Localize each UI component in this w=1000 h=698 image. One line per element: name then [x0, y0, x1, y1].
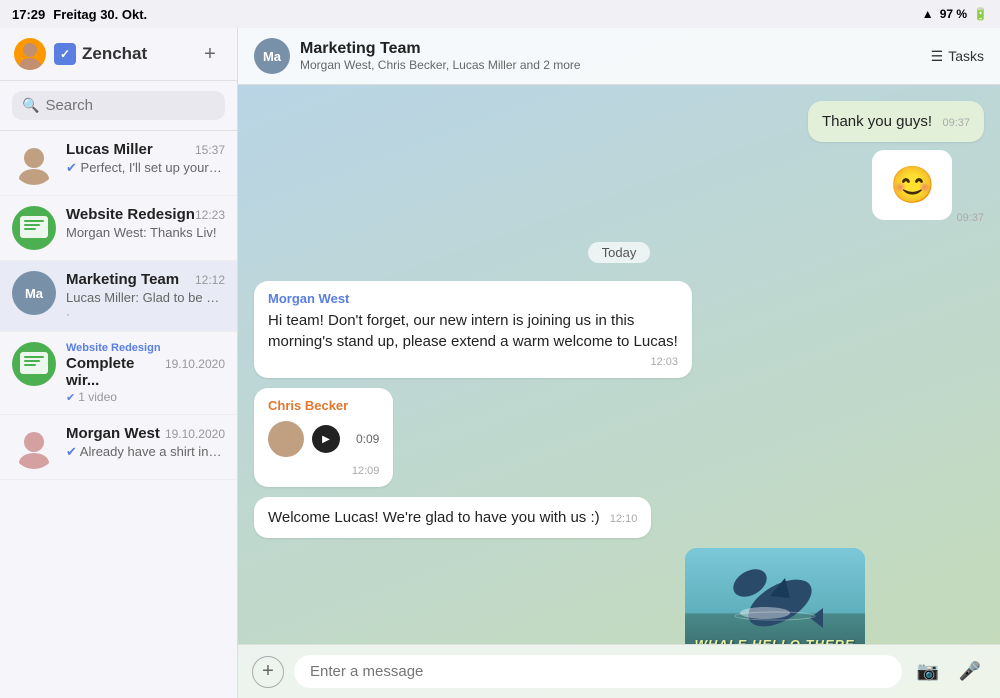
chat-info: Morgan West 19.10.2020 ✔ Already have a …	[66, 425, 225, 460]
camera-button[interactable]: 📷	[912, 656, 944, 688]
sidebar-header: ✓ Zenchat +	[0, 28, 237, 81]
msg-bubble: Thank you guys! 09:37	[808, 101, 984, 142]
chat-preview-sub: ·	[66, 307, 225, 321]
brand-icon: ✓	[54, 43, 76, 65]
sidebar-item-website-redesign-1[interactable]: Website Redesign 12:23 Morgan West: Than…	[0, 196, 237, 261]
voice-row: ▶ 0:09	[268, 421, 379, 457]
avatar	[12, 141, 56, 185]
search-icon: 🔍	[22, 97, 39, 114]
chat-name: Morgan West	[66, 425, 160, 442]
chat-name: Complete wir...	[66, 355, 165, 389]
msg-time: 09:37	[942, 117, 970, 129]
input-area: + 📷 🎤	[238, 644, 1000, 698]
status-time: 17:29	[12, 7, 45, 22]
message-morgan: Morgan West Hi team! Don't forget, our n…	[254, 281, 984, 378]
microphone-icon: 🎤	[959, 661, 981, 682]
chat-preview: ✔ Perfect, I'll set up your log in for t…	[66, 160, 225, 176]
chat-info: Website Redesign Complete wir... 19.10.2…	[66, 342, 225, 404]
chat-info: Website Redesign 12:23 Morgan West: Than…	[66, 206, 225, 240]
battery-level: 97 %	[940, 7, 967, 21]
attach-button[interactable]: +	[252, 656, 284, 688]
chat-name: Lucas Miller	[66, 141, 153, 158]
message-whale-sticker: WHALE HELLO THERE Hey Lucas! Welcome to …	[685, 548, 984, 644]
chat-preview: Lucas Miller: Glad to be here	[66, 290, 225, 305]
message-welcome: Welcome Lucas! We're glad to have you wi…	[254, 497, 651, 538]
chat-header: Ma Marketing Team Morgan West, Chris Bec…	[238, 28, 1000, 85]
status-date: Freitag 30. Okt.	[53, 7, 147, 22]
group-avatar: Ma	[254, 38, 290, 74]
sidebar-item-marketing-team[interactable]: Ma Marketing Team 12:12 Lucas Miller: Gl…	[0, 261, 237, 332]
chat-info: Marketing Team 12:12 Lucas Miller: Glad …	[66, 271, 225, 321]
chat-time: 12:23	[195, 208, 225, 222]
play-button[interactable]: ▶	[312, 425, 340, 453]
chat-list: Lucas Miller 15:37 ✔ Perfect, I'll set u…	[0, 131, 237, 698]
camera-icon: 📷	[917, 661, 939, 682]
microphone-button[interactable]: 🎤	[954, 656, 986, 688]
sidebar: ✓ Zenchat + 🔍 Lucas Miller	[0, 28, 238, 698]
chat-time: 19.10.2020	[165, 357, 225, 371]
search-container: 🔍	[0, 81, 237, 131]
msg-text: Hi team! Don't forget, our new intern is…	[268, 310, 678, 352]
chat-preview: ✔ Already have a shirt in his size I thi…	[66, 444, 225, 460]
tasks-label: Tasks	[948, 48, 984, 64]
chat-name: Marketing Team	[66, 271, 179, 288]
status-bar: 17:29 Freitag 30. Okt. ▲ 97 % 🔋	[0, 0, 1000, 28]
msg-text: Welcome Lucas! We're glad to have you wi…	[268, 509, 600, 526]
date-divider: Today	[254, 242, 984, 263]
sidebar-item-morgan-west[interactable]: Morgan West 19.10.2020 ✔ Already have a …	[0, 415, 237, 480]
wifi-icon: ▲	[922, 7, 934, 21]
msg-time: 12:09	[268, 465, 379, 477]
sticker-image: WHALE HELLO THERE	[685, 548, 865, 644]
avatar: Ma	[12, 271, 56, 315]
group-name: Marketing Team	[300, 40, 581, 58]
user-avatar[interactable]	[14, 38, 46, 70]
voice-bubble: Chris Becker ▶ 0:09 12:09	[254, 388, 393, 487]
message-input[interactable]	[294, 655, 902, 688]
audio-duration: 0:09	[356, 432, 379, 446]
messages-area: Thank you guys! 09:37 😊 09:37 Today Morg…	[238, 85, 1000, 644]
sidebar-brand: ✓ Zenchat	[54, 43, 147, 65]
brand-name: Zenchat	[82, 44, 147, 64]
avatar	[12, 342, 56, 386]
message-thankyou: Thank you guys! 09:37 😊 09:37	[254, 101, 984, 224]
group-members: Morgan West, Chris Becker, Lucas Miller …	[300, 58, 581, 72]
chat-preview-sub: ✔ 1 video	[66, 390, 225, 404]
msg-time: 12:03	[268, 356, 678, 368]
chat-time: 19.10.2020	[165, 427, 225, 441]
chat-panel: Ma Marketing Team Morgan West, Chris Bec…	[238, 28, 1000, 698]
whale-text: WHALE HELLO THERE	[685, 637, 865, 644]
tasks-icon: ☰	[931, 48, 944, 65]
website-tag: Website Redesign	[66, 342, 225, 354]
avatar	[12, 206, 56, 250]
chat-time: 15:37	[195, 143, 225, 157]
voice-avatar	[268, 421, 304, 457]
tasks-button[interactable]: ☰ Tasks	[931, 48, 984, 65]
search-input[interactable]	[45, 97, 215, 114]
avatar	[12, 425, 56, 469]
chat-time: 12:12	[195, 273, 225, 287]
msg-time: 12:10	[610, 513, 638, 525]
battery-icon: 🔋	[973, 7, 988, 21]
chat-header-info: Marketing Team Morgan West, Chris Becker…	[300, 40, 581, 72]
date-label: Today	[588, 242, 651, 263]
emoji-sticker: 😊	[872, 150, 952, 220]
chat-preview: Morgan West: Thanks Liv!	[66, 225, 225, 240]
message-chris-voice: Chris Becker ▶ 0:09 12:09	[254, 388, 393, 487]
add-chat-button[interactable]: +	[197, 41, 223, 67]
sidebar-item-lucas-miller[interactable]: Lucas Miller 15:37 ✔ Perfect, I'll set u…	[0, 131, 237, 196]
msg-text: Thank you guys!	[822, 113, 932, 130]
msg-bubble: Morgan West Hi team! Don't forget, our n…	[254, 281, 692, 378]
chat-name: Website Redesign	[66, 206, 195, 223]
msg-sender: Chris Becker	[268, 398, 379, 413]
search-box[interactable]: 🔍	[12, 91, 225, 120]
msg-sender: Morgan West	[268, 291, 678, 306]
chat-info: Lucas Miller 15:37 ✔ Perfect, I'll set u…	[66, 141, 225, 176]
sidebar-item-website-redesign-2[interactable]: Website Redesign Complete wir... 19.10.2…	[0, 332, 237, 415]
